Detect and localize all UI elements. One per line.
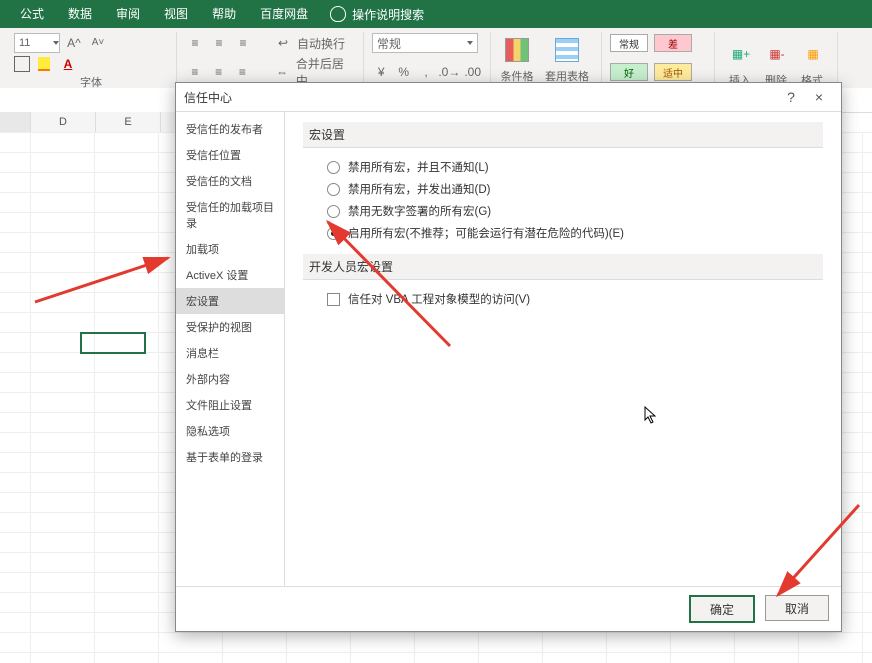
- sidebar-item-addins[interactable]: 加载项: [176, 236, 284, 262]
- font-size-value: 11: [19, 37, 30, 49]
- sidebar-item-form-login[interactable]: 基于表单的登录: [176, 444, 284, 470]
- sidebar-item-trusted-locations[interactable]: 受信任位置: [176, 142, 284, 168]
- number-format-combo[interactable]: 常规: [372, 33, 478, 53]
- col-header-d[interactable]: D: [31, 112, 96, 132]
- menu-formulas[interactable]: 公式: [8, 0, 56, 28]
- menu-review[interactable]: 审阅: [104, 0, 152, 28]
- sidebar-item-protected-view[interactable]: 受保护的视图: [176, 314, 284, 340]
- menu-view[interactable]: 视图: [152, 0, 200, 28]
- delete-cells-button[interactable]: ▦-: [759, 36, 795, 72]
- cancel-button[interactable]: 取消: [765, 595, 829, 621]
- number-format-value: 常规: [377, 35, 401, 52]
- trust-center-dialog: 信任中心 ? × 受信任的发布者 受信任位置 受信任的文档 受信任的加载项目录 …: [175, 82, 842, 632]
- font-size-combo[interactable]: 11: [14, 33, 60, 53]
- radio-icon: [327, 183, 340, 196]
- radio-label: 禁用所有宏，并发出通知(D): [348, 181, 490, 197]
- increase-font-icon[interactable]: A^: [64, 33, 84, 53]
- radio-label: 禁用无数字签署的所有宏(G): [348, 203, 491, 219]
- conditional-format-button[interactable]: [499, 32, 535, 68]
- sidebar-item-file-block[interactable]: 文件阻止设置: [176, 392, 284, 418]
- ok-button[interactable]: 确定: [689, 595, 755, 623]
- checkbox-icon: [327, 293, 340, 306]
- wrap-text-button[interactable]: 自动换行: [297, 35, 345, 52]
- font-color-icon[interactable]: A: [58, 54, 78, 74]
- sidebar-item-external-content[interactable]: 外部内容: [176, 366, 284, 392]
- close-button[interactable]: ×: [805, 89, 833, 105]
- radio-label: 启用所有宏(不推荐；可能会运行有潜在危险的代码)(E): [348, 225, 624, 241]
- select-all-corner[interactable]: [0, 112, 31, 132]
- col-header-e[interactable]: E: [96, 112, 161, 132]
- align-bot-icon[interactable]: ≡: [233, 33, 253, 53]
- align-mid-icon[interactable]: ≡: [209, 33, 229, 53]
- dialog-titlebar[interactable]: 信任中心 ? ×: [176, 83, 841, 112]
- radio-icon: [327, 161, 340, 174]
- search-placeholder: 操作说明搜索: [352, 6, 424, 23]
- radio-icon: [327, 227, 340, 240]
- align-right-icon[interactable]: ≡: [233, 62, 253, 82]
- align-center-icon[interactable]: ≡: [209, 62, 229, 82]
- lightbulb-icon: [330, 6, 346, 22]
- sidebar-item-trusted-publishers[interactable]: 受信任的发布者: [176, 116, 284, 142]
- dialog-sidebar: 受信任的发布者 受信任位置 受信任的文档 受信任的加载项目录 加载项 Activ…: [176, 112, 285, 586]
- chevron-down-icon: [53, 41, 59, 45]
- checkbox-label: 信任对 VBA 工程对象模型的访问(V): [348, 291, 530, 307]
- checkbox-trust-vba[interactable]: 信任对 VBA 工程对象模型的访问(V): [303, 288, 823, 310]
- align-left-icon[interactable]: ≡: [185, 62, 205, 82]
- dialog-content: 宏设置 禁用所有宏，并且不通知(L) 禁用所有宏，并发出通知(D) 禁用无数字签…: [285, 112, 841, 586]
- radio-enable-all[interactable]: 启用所有宏(不推荐；可能会运行有潜在危险的代码)(E): [303, 222, 823, 244]
- radio-label: 禁用所有宏，并且不通知(L): [348, 159, 489, 175]
- cell-style-normal[interactable]: 常规: [610, 34, 648, 52]
- menu-help[interactable]: 帮助: [200, 0, 248, 28]
- cell-style-good[interactable]: 好: [610, 63, 648, 81]
- percent-icon[interactable]: %: [394, 62, 412, 82]
- radio-disable-no-notify[interactable]: 禁用所有宏，并且不通知(L): [303, 156, 823, 178]
- sidebar-item-trusted-catalogs[interactable]: 受信任的加载项目录: [176, 194, 284, 236]
- help-button[interactable]: ?: [777, 89, 805, 105]
- cell-style-bad[interactable]: 差: [654, 34, 692, 52]
- currency-icon[interactable]: ¥: [372, 62, 390, 82]
- comma-icon[interactable]: ,: [417, 62, 435, 82]
- mouse-cursor-icon: [644, 406, 656, 424]
- decrease-font-icon[interactable]: A˅: [88, 33, 108, 53]
- radio-icon: [327, 205, 340, 218]
- section-developer-macro: 开发人员宏设置: [303, 254, 823, 280]
- decrease-decimal-icon[interactable]: .00: [463, 62, 482, 82]
- fill-color-icon[interactable]: [34, 54, 54, 74]
- table-format-button[interactable]: [549, 32, 585, 68]
- sidebar-item-macro-settings[interactable]: 宏设置: [176, 288, 284, 314]
- sidebar-item-activex[interactable]: ActiveX 设置: [176, 262, 284, 288]
- insert-cells-button[interactable]: ▦+: [723, 36, 759, 72]
- border-icon[interactable]: [14, 56, 30, 72]
- format-cells-button[interactable]: ▦: [795, 36, 831, 72]
- tell-me-search[interactable]: 操作说明搜索: [320, 6, 424, 23]
- chevron-down-icon: [467, 41, 473, 45]
- dialog-title: 信任中心: [184, 89, 777, 106]
- align-top-icon[interactable]: ≡: [185, 33, 205, 53]
- sidebar-item-trusted-documents[interactable]: 受信任的文档: [176, 168, 284, 194]
- section-macro-settings: 宏设置: [303, 122, 823, 148]
- sidebar-item-message-bar[interactable]: 消息栏: [176, 340, 284, 366]
- wrap-text-icon: ↩: [273, 33, 293, 53]
- sidebar-item-privacy[interactable]: 隐私选项: [176, 418, 284, 444]
- menu-bar: 公式 数据 审阅 视图 帮助 百度网盘 操作说明搜索: [0, 0, 872, 28]
- increase-decimal-icon[interactable]: .0→: [439, 62, 459, 82]
- merge-icon: ⇔: [272, 62, 292, 82]
- menu-data[interactable]: 数据: [56, 0, 104, 28]
- dialog-button-row: 确定 取消: [176, 586, 841, 631]
- radio-disable-notify[interactable]: 禁用所有宏，并发出通知(D): [303, 178, 823, 200]
- radio-disable-unsigned[interactable]: 禁用无数字签署的所有宏(G): [303, 200, 823, 222]
- menu-baidu[interactable]: 百度网盘: [248, 0, 320, 28]
- selected-cell[interactable]: [80, 332, 146, 354]
- cell-style-neutral[interactable]: 适中: [654, 63, 692, 81]
